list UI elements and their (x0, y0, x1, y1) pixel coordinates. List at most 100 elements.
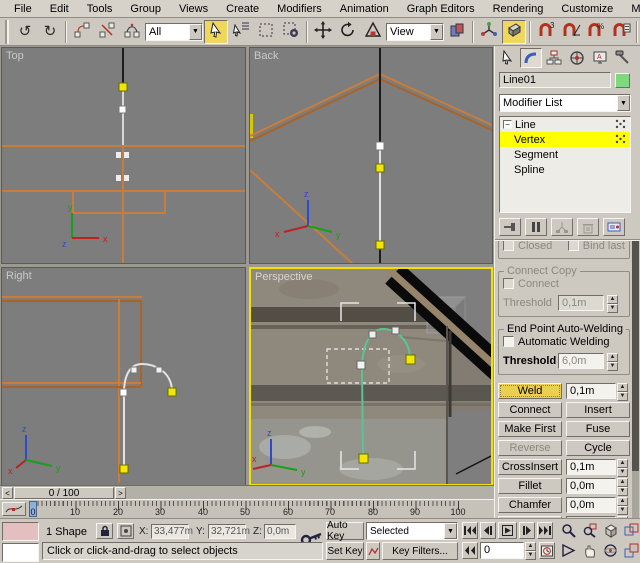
current-frame-field[interactable]: 0 (480, 542, 524, 559)
maximize-viewport-toggle-button[interactable] (621, 542, 640, 559)
go-to-start-button[interactable] (462, 522, 478, 539)
stack-row-line[interactable]: − Line (500, 117, 630, 132)
time-slider-handle[interactable]: 0 / 100 (14, 487, 114, 499)
menu-group[interactable]: Group (122, 2, 169, 16)
track-bar[interactable]: 0 10 20 30 40 50 60 70 80 90 100 (0, 499, 494, 518)
maxscript-mini-listener-pink[interactable] (2, 522, 39, 541)
zoom-all-button[interactable] (579, 522, 600, 539)
connect-threshold-field[interactable]: 0,1m (558, 295, 604, 311)
fillet-value-field[interactable]: 0,0m (566, 478, 616, 494)
make-unique-button[interactable] (551, 218, 573, 236)
fuse-button[interactable]: Fuse (566, 421, 630, 437)
spinner-snap-toggle-button[interactable] (609, 20, 633, 44)
default-in-out-tangents-button[interactable] (366, 542, 380, 560)
next-frame-button[interactable] (519, 522, 535, 539)
undo-button[interactable]: ↺ (13, 20, 37, 44)
field-of-view-button[interactable] (558, 542, 579, 559)
tab-create[interactable] (497, 48, 519, 68)
tab-display[interactable]: A (589, 48, 611, 68)
insert-button[interactable]: Insert (566, 402, 630, 418)
use-pivot-point-center-button[interactable] (445, 20, 469, 44)
make-first-button[interactable]: Make First (498, 421, 562, 437)
play-animation-button[interactable] (498, 522, 517, 539)
keyboard-override-toggle-button[interactable] (502, 20, 526, 44)
redo-button[interactable]: ↻ (38, 20, 62, 44)
toolbar-drag-handle[interactable] (5, 20, 9, 44)
maxscript-mini-listener-white[interactable] (2, 543, 39, 562)
previous-frame-button[interactable] (480, 522, 496, 539)
menu-views[interactable]: Views (171, 2, 216, 16)
angle-snap-toggle-button[interactable] (559, 20, 583, 44)
remove-modifier-button[interactable] (577, 218, 599, 236)
time-forward-arrow-button[interactable]: > (115, 487, 126, 499)
viewport-top-label[interactable]: Top (6, 50, 24, 62)
key-filters-button[interactable]: Key Filters... (382, 542, 458, 560)
tab-motion[interactable] (566, 48, 588, 68)
cycle-button[interactable]: Cycle (566, 440, 630, 456)
menu-tools[interactable]: Tools (79, 2, 121, 16)
window-crossing-toggle-button[interactable] (279, 20, 303, 44)
stack-row-segment[interactable]: Segment (500, 147, 630, 162)
closed-checkbox[interactable]: Closed (503, 241, 552, 253)
unlink-selection-button[interactable] (95, 20, 119, 44)
percent-snap-toggle-button[interactable]: % (584, 20, 608, 44)
select-and-link-button[interactable] (70, 20, 94, 44)
viewport-back-label[interactable]: Back (254, 50, 278, 62)
automatic-welding-checkbox[interactable]: Automatic Welding (503, 334, 625, 349)
configure-modifier-sets-button[interactable] (603, 218, 625, 236)
stack-row-spline[interactable]: Spline (500, 162, 630, 177)
spinner[interactable]: ▲▼ (617, 478, 628, 494)
auto-key-button[interactable]: Auto Key (326, 522, 364, 540)
viewport-right[interactable]: Right z x y (1, 267, 246, 486)
selection-filter-dropdown[interactable]: All ▼ (145, 23, 203, 41)
tab-hierarchy[interactable] (543, 48, 565, 68)
go-to-end-button[interactable] (537, 522, 553, 539)
reverse-button[interactable]: Reverse (498, 440, 562, 456)
object-name-field[interactable]: Line01 (499, 72, 611, 88)
viewport-perspective[interactable]: Perspective (249, 267, 493, 486)
select-and-rotate-button[interactable] (336, 20, 360, 44)
connect-checkbox[interactable]: Connect (503, 276, 625, 291)
menu-create[interactable]: Create (218, 2, 267, 16)
pan-button[interactable] (579, 542, 600, 559)
show-end-result-button[interactable] (525, 218, 547, 236)
menu-customize[interactable]: Customize (553, 2, 621, 16)
time-back-arrow-button[interactable]: < (2, 487, 13, 499)
bind-to-space-warp-button[interactable] (120, 20, 144, 44)
tab-utilities[interactable] (612, 48, 634, 68)
open-mini-curve-editor-button[interactable] (2, 502, 26, 516)
bind-last-checkbox[interactable]: Bind last (568, 241, 625, 253)
chamfer-value-field[interactable]: 0,0m (566, 497, 616, 513)
menu-file[interactable]: File (6, 2, 40, 16)
spinner[interactable]: ▲▼ (617, 383, 628, 399)
arc-rotate-button[interactable] (600, 542, 621, 559)
select-and-scale-button[interactable] (361, 20, 385, 44)
zoom-button[interactable] (558, 522, 579, 539)
zoom-extents-all-button[interactable] (621, 522, 640, 539)
zoom-extents-button[interactable] (600, 522, 621, 539)
x-coordinate-field[interactable]: 33,477m (151, 524, 189, 539)
viewport-back[interactable]: Back z x y (249, 47, 493, 264)
set-key-button[interactable]: Set Key (326, 542, 364, 560)
menu-modifiers[interactable]: Modifiers (269, 2, 330, 16)
menu-edit[interactable]: Edit (42, 2, 77, 16)
object-color-swatch[interactable] (615, 73, 630, 88)
weld-value-field[interactable]: 0,1m (566, 383, 616, 399)
select-object-button[interactable] (204, 20, 228, 44)
snaps-toggle-button[interactable]: 3 (534, 20, 558, 44)
spinner[interactable]: ▲▼ (617, 459, 628, 475)
tab-modify[interactable] (520, 48, 542, 68)
key-mode-toggle-button[interactable] (462, 542, 478, 559)
collapse-icon[interactable]: − (503, 120, 512, 129)
viewport-right-label[interactable]: Right (6, 270, 32, 282)
frame-spinner[interactable]: ▲▼ (525, 542, 536, 559)
viewport-top[interactable]: Top y x z (1, 47, 246, 264)
menu-maxscript[interactable]: MAXScript (623, 2, 640, 16)
viewport-perspective-label[interactable]: Perspective (255, 271, 312, 283)
panel-scrollbar-thumb[interactable] (632, 241, 639, 471)
connect-button[interactable]: Connect (498, 402, 562, 418)
reference-coordinate-system-dropdown[interactable]: View ▼ (386, 23, 444, 41)
selection-lock-toggle[interactable] (96, 523, 113, 539)
select-and-manipulate-button[interactable] (477, 20, 501, 44)
z-coordinate-field[interactable]: 0,0m (264, 524, 296, 539)
